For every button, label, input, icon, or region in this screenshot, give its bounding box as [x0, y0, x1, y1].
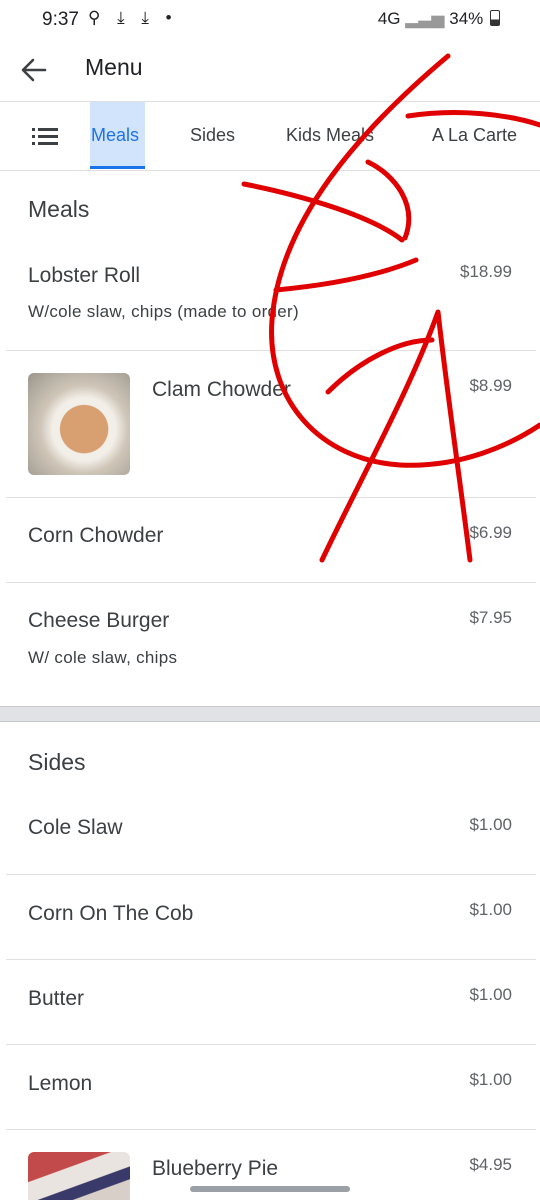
tab-kids-meals[interactable]: Kids Meals — [286, 125, 374, 146]
row-divider — [6, 1129, 536, 1130]
item-price: $6.99 — [469, 523, 512, 542]
item-name: Blueberry Pie — [152, 1157, 279, 1180]
red-scribble-annotation — [241, 53, 540, 563]
row-divider — [6, 497, 536, 498]
item-description: W/ cole slaw, chips — [28, 648, 178, 667]
item-price: $1.00 — [469, 815, 512, 834]
item-name: Lemon — [28, 1072, 93, 1095]
item-price: $1.00 — [469, 1070, 512, 1089]
network-label: 4G — [377, 9, 401, 28]
tab-active-indicator — [90, 166, 145, 169]
item-price: $7.95 — [469, 608, 512, 627]
item-price: $1.00 — [469, 900, 512, 919]
tab-a-la-carte[interactable]: A La Carte — [432, 125, 517, 146]
divider — [0, 170, 540, 171]
item-price: $4.95 — [469, 1155, 512, 1174]
item-name: Lobster Roll — [28, 264, 141, 287]
item-name: Clam Chowder — [152, 378, 291, 401]
row-divider — [6, 1044, 536, 1045]
app-bar: Menu — [0, 40, 540, 100]
tab-meals[interactable]: Meals — [91, 125, 139, 146]
status-time: 9:37 — [42, 9, 79, 30]
gesture-nav-bar[interactable] — [190, 1186, 350, 1192]
section-title-sides: Sides — [28, 749, 86, 775]
blueberry-pie-photo — [28, 1152, 130, 1200]
row-divider — [6, 959, 536, 960]
signal-icon: ▂▃▅ — [405, 9, 445, 28]
item-price: $1.00 — [469, 985, 512, 1004]
battery-icon — [490, 10, 500, 26]
item-name: Butter — [28, 987, 85, 1010]
item-name: Corn Chowder — [28, 524, 164, 547]
item-name: Cole Slaw — [28, 816, 123, 839]
tab-sides[interactable]: Sides — [190, 125, 235, 146]
item-name: Corn On The Cob — [28, 902, 194, 925]
row-divider — [6, 350, 536, 351]
item-description: W/cole slaw, chips (made to order) — [28, 302, 299, 321]
battery-percent: 34% — [449, 9, 484, 28]
item-price: $8.99 — [469, 376, 512, 395]
item-name: Cheese Burger — [28, 609, 170, 632]
page-title: Menu — [85, 54, 143, 80]
clam-chowder-photo — [28, 373, 130, 475]
section-separator — [0, 706, 540, 722]
item-price: $18.99 — [460, 262, 512, 281]
back-arrow-icon[interactable] — [18, 54, 50, 86]
category-tabs: Meals Sides Kids Meals A La Carte — [0, 102, 540, 170]
row-divider — [6, 874, 536, 875]
status-right: 4G ▂▃▅ 34% — [378, 9, 500, 29]
status-bar: 9:37 ⚲ ⤓ ⤓ • 4G ▂▃▅ 34% — [0, 0, 540, 40]
list-icon[interactable] — [32, 126, 58, 146]
row-divider — [6, 582, 536, 583]
section-title-meals: Meals — [28, 196, 90, 222]
notification-icons: ⚲ ⤓ ⤓ • — [88, 8, 178, 27]
